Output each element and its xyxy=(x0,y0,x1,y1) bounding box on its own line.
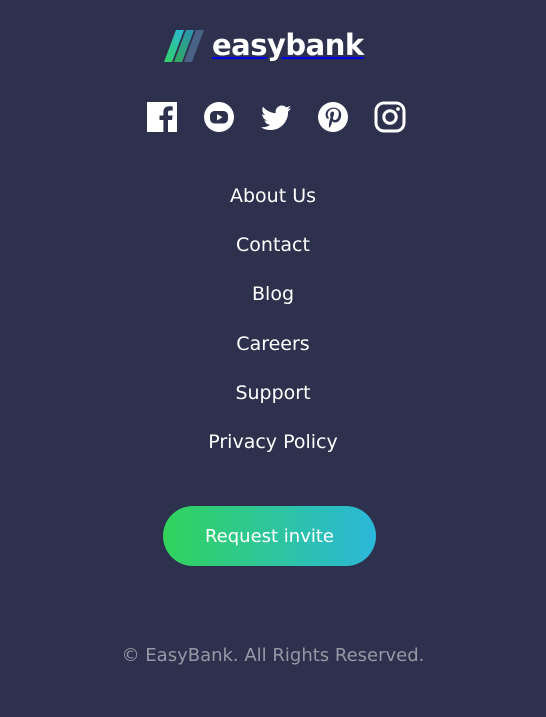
instagram-icon[interactable] xyxy=(374,101,406,133)
logo-text: easybank xyxy=(212,27,364,62)
easybank-logo-mark-icon xyxy=(164,30,204,62)
pinterest-icon[interactable] xyxy=(317,101,349,133)
youtube-icon[interactable] xyxy=(203,101,235,133)
nav-item-about: About Us xyxy=(0,182,546,231)
nav-link-contact[interactable]: Contact xyxy=(236,231,310,259)
site-footer: easybank About Us Contact Blog Careers S… xyxy=(0,0,546,717)
nav-link-support[interactable]: Support xyxy=(235,379,310,407)
nav-item-careers: Careers xyxy=(0,330,546,379)
facebook-icon[interactable] xyxy=(146,101,178,133)
footer-nav: About Us Contact Blog Careers Support Pr… xyxy=(0,182,546,477)
request-invite-button[interactable]: Request invite xyxy=(163,506,376,566)
nav-link-careers[interactable]: Careers xyxy=(236,330,309,358)
nav-link-about-us[interactable]: About Us xyxy=(230,182,316,210)
social-links xyxy=(0,101,546,133)
nav-item-support: Support xyxy=(0,379,546,428)
nav-link-privacy-policy[interactable]: Privacy Policy xyxy=(208,428,337,456)
nav-item-blog: Blog xyxy=(0,280,546,329)
copyright-text: © EasyBank. All Rights Reserved. xyxy=(121,645,425,666)
nav-item-privacy: Privacy Policy xyxy=(0,428,546,477)
logo[interactable]: easybank xyxy=(164,28,364,64)
twitter-icon[interactable] xyxy=(260,101,292,133)
nav-item-contact: Contact xyxy=(0,231,546,280)
nav-link-blog[interactable]: Blog xyxy=(252,280,294,308)
